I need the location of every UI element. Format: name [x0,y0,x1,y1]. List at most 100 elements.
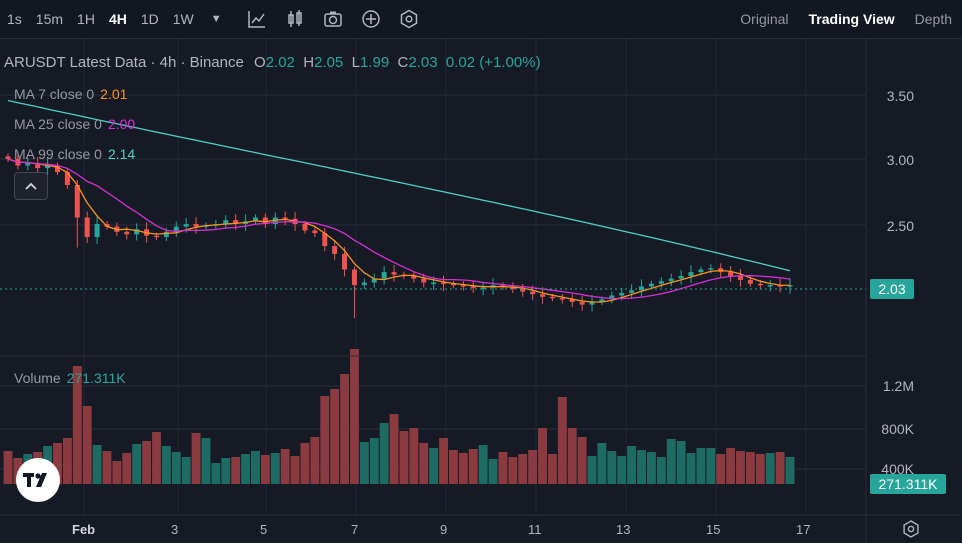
interval-1h[interactable]: 1H [70,0,102,38]
volume-bar [547,454,557,484]
symbol-title: ARUSDT Latest Data · 4h · Binance [4,54,244,71]
candle-body [431,282,437,284]
interval-1w[interactable]: 1W [166,0,201,38]
candle-body [629,290,635,293]
volume-bar [280,449,290,484]
interval-selector: 1s 15m 1H 4H 1D 1W ▼ [0,0,232,38]
candle-body [84,217,90,237]
volume-bar [508,457,518,484]
volume-bar [330,389,340,484]
volume-bar [765,453,775,484]
volume-bar [241,454,251,484]
screenshot-icon[interactable] [323,9,343,29]
volume-bar [181,457,191,484]
candle-body [391,272,397,275]
interval-1s[interactable]: 1s [0,0,29,38]
volume-value: 271.311K [66,370,126,386]
candle-body [747,279,753,284]
settings-hex-icon[interactable] [399,9,419,29]
change-value: 0.02 [445,54,476,71]
open-value: 2.02 [265,54,295,71]
settings-gear-icon[interactable] [902,520,920,538]
tab-depth[interactable]: Depth [905,0,962,38]
volume-tick-1-2m: 1.2M [882,378,914,394]
time-tick-feb: Feb [72,522,96,537]
ma99-value: 2.14 [107,146,136,162]
price-tick-2-50: 2.50 [886,218,914,234]
ma7-value: 2.01 [100,86,128,102]
tab-trading-view[interactable]: Trading View [799,0,905,38]
interval-1d[interactable]: 1D [134,0,166,38]
volume-bar [260,455,270,484]
ma99-legend[interactable]: MA 99 close 0 2.14 [14,146,135,162]
volume-bar [478,445,488,484]
candle-body [549,296,555,299]
volume-bar [310,437,320,484]
volume-bar [92,445,102,484]
candle-body [678,276,684,279]
candle-body [153,235,159,238]
candle-body [579,302,585,305]
add-icon[interactable] [361,9,381,29]
volume-bar [161,446,171,484]
time-tick-9: 9 [440,522,448,537]
indicators-icon[interactable] [247,9,267,29]
volume-bar [538,428,547,484]
candle-body [74,185,80,218]
caret-down-icon[interactable]: ▼ [201,0,232,38]
ma25-value: 2.00 [107,116,136,132]
volume-bar [716,454,726,484]
volume-bar [646,452,656,484]
volume-bar [785,456,795,484]
tab-original[interactable]: Original [730,0,798,38]
chart-legend: ARUSDT Latest Data · 4h · Binance O2.02 … [4,54,541,71]
candle-type-icon[interactable] [285,9,305,29]
volume-bar [132,444,142,484]
candle-body [658,281,664,284]
ohlc-values: O2.02 H2.05 L1.99 C2.03 0.02 (+1.00%) [254,54,541,71]
candle-body [708,268,714,270]
time-tick-17: 17 [796,522,811,537]
volume-bar [122,453,132,484]
candle-body [421,278,427,283]
interval-15m[interactable]: 15m [29,0,70,38]
time-tick-5: 5 [260,522,268,537]
volume-bar [736,451,745,484]
volume-bar [231,457,241,484]
volume-bar [409,428,419,484]
candle-body [332,246,338,254]
volume-bar [379,423,389,484]
volume-bar [171,452,181,484]
volume-bar [359,442,369,484]
collapse-legend-button[interactable] [14,172,48,200]
candle-body [698,269,704,273]
volume-bar [300,443,310,484]
candle-body [559,298,565,300]
volume-bar [458,453,468,484]
volume-bar [726,448,736,484]
time-tick-13: 13 [616,522,631,537]
volume-bar [350,349,359,484]
top-toolbar: 1s 15m 1H 4H 1D 1W ▼ Original Trading Vi… [0,0,962,39]
close-value: 2.03 [408,54,438,71]
candle-body [648,283,654,287]
time-tick-3: 3 [171,522,179,537]
volume-bar [211,463,221,484]
candle-body [163,231,169,237]
volume-bar [637,450,646,484]
volume-bar [656,457,666,484]
volume-bar [3,451,13,484]
ma25-legend[interactable]: MA 25 close 0 2.00 [14,116,135,132]
price-chart[interactable] [0,38,962,543]
interval-4h[interactable]: 4H [102,0,134,38]
volume-bar [369,438,379,484]
candle-body [381,272,387,279]
volume-bar [270,453,280,484]
volume-bar [696,448,706,484]
volume-bar [251,451,260,484]
tradingview-logo[interactable] [16,458,60,502]
volume-bar [686,453,696,484]
ma7-legend[interactable]: MA 7 close 0 2.01 [14,86,127,102]
volume-bar [755,454,765,484]
chevron-up-icon [25,182,37,190]
